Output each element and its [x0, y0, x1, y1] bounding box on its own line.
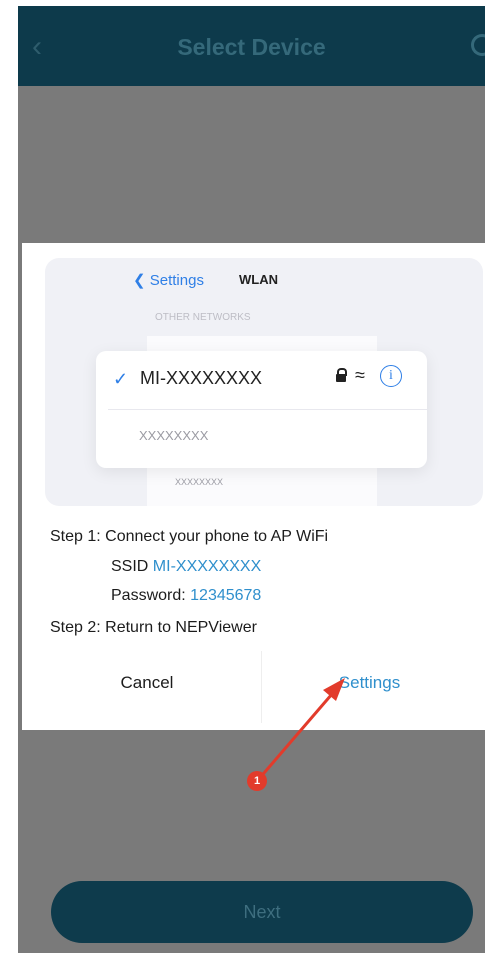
password-line: Password: 12345678 [111, 587, 261, 605]
divider [108, 409, 427, 410]
connected-ssid: MI-XXXXXXXX [140, 368, 263, 388]
illustration-section-label: OTHER NETWORKS [155, 312, 251, 323]
wifi-instruction-dialog: ❮ Settings WLAN OTHER NETWORKS ✓ MI-XXXX… [22, 243, 485, 730]
network-item-faded: XXXXXXXX [175, 477, 224, 487]
button-divider [261, 651, 262, 723]
illustration-network-card: ✓ MI-XXXXXXXX ≈ i XXXXXXXX [96, 351, 427, 468]
top-bar: ‹ Select Device [18, 6, 485, 86]
network-item: XXXXXXXX [139, 428, 209, 443]
step-2-text: Step 2: Return to NEPViewer [50, 619, 257, 636]
wifi-icon: ≈ [355, 365, 365, 385]
info-icon: i [380, 365, 402, 387]
wlan-illustration: ❮ Settings WLAN OTHER NETWORKS ✓ MI-XXXX… [45, 258, 483, 506]
illustration-title: WLAN [239, 272, 278, 287]
lock-icon [336, 368, 347, 382]
illustration-back-link: ❮ Settings [133, 272, 204, 289]
next-button[interactable]: Next [51, 881, 473, 943]
step-1-text: Step 1: Connect your phone to AP WiFi [50, 528, 329, 545]
settings-button[interactable]: Settings [282, 673, 457, 693]
password-label: Password: [111, 587, 191, 604]
cancel-button[interactable]: Cancel [62, 673, 232, 693]
checkmark-icon: ✓ [113, 369, 129, 389]
ssid-value: MI-XXXXXXXX [152, 558, 262, 575]
ssid-label: SSID [111, 558, 153, 575]
ssid-line: SSID MI-XXXXXXXX [111, 558, 261, 576]
page-title: Select Device [177, 34, 326, 60]
app-screen: ‹ Select Device Next ❮ Settings WLAN OTH… [18, 6, 485, 953]
password-value: 12345678 [190, 587, 262, 604]
connected-network-row: ✓ MI-XXXXXXXX ≈ i [96, 351, 427, 409]
annotation-badge: 1 [247, 771, 267, 791]
